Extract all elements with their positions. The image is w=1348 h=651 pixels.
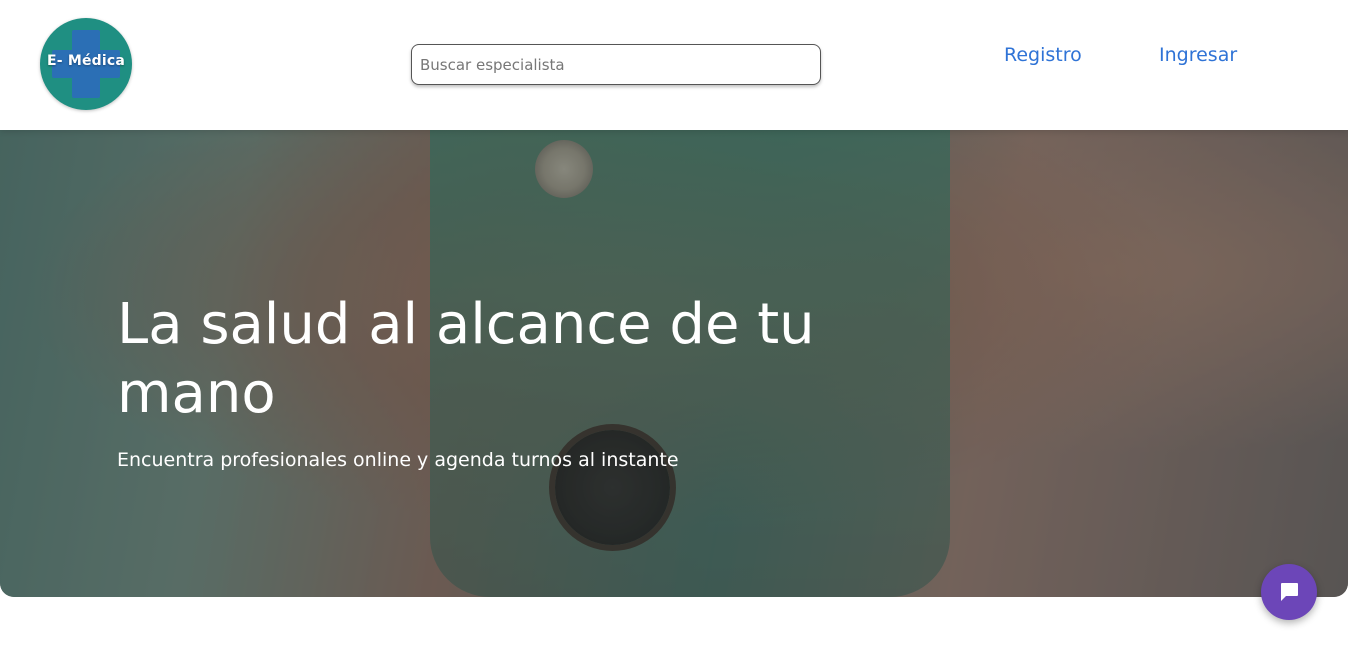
registro-link[interactable]: Registro [1004,44,1082,66]
search-input[interactable] [411,44,821,85]
hero-title: La salud al alcance de tu mano [117,292,815,426]
ingresar-link[interactable]: Ingresar [1159,44,1237,66]
logo-text: E- Médica [46,53,126,69]
navbar: E- Médica Registro Ingresar [0,0,1348,130]
logo[interactable]: E- Médica [40,18,132,110]
hero-subtitle: Encuentra profesionales online y agenda … [117,449,679,471]
chat-bubble-icon [1281,583,1298,601]
chat-button[interactable] [1261,564,1317,620]
